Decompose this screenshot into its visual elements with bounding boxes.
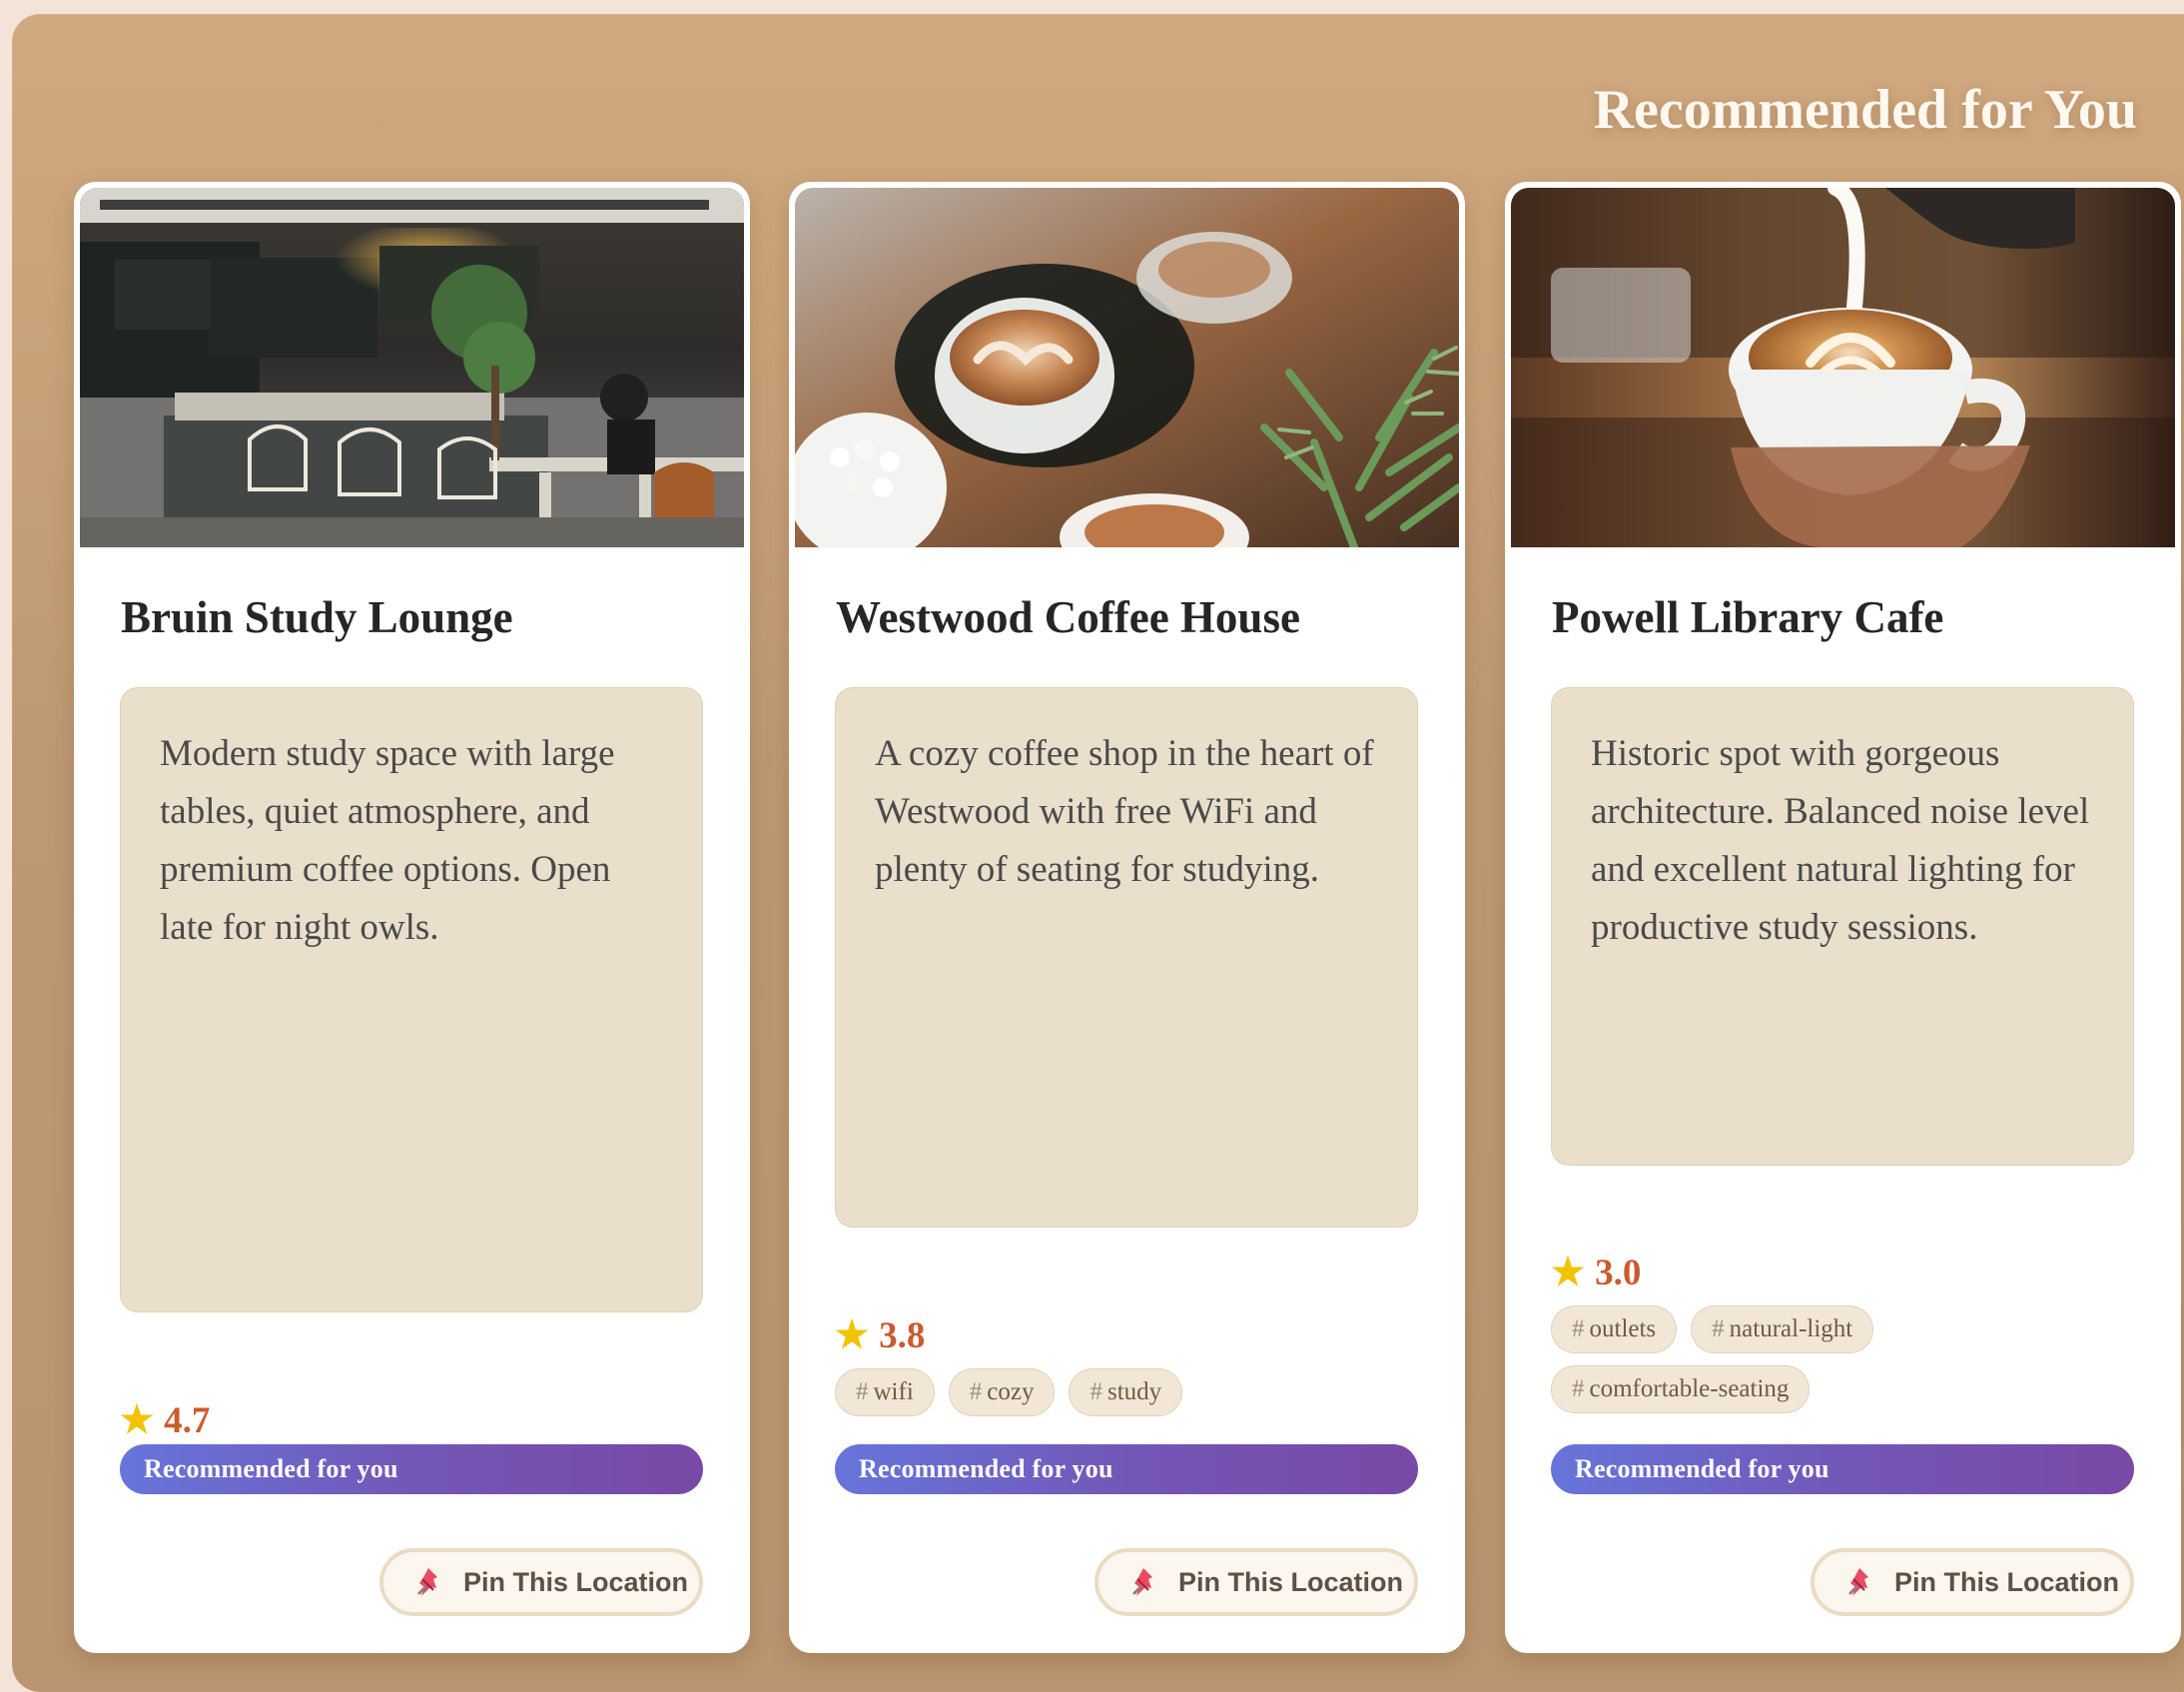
recommendation-badge: Recommended for you [1551,1444,2134,1494]
card-description: Historic spot with gorgeous architecture… [1591,733,2090,948]
coffee-cups-photo [795,188,1459,547]
location-photo [795,188,1459,547]
pin-location-button[interactable]: Pin This Location [1094,1548,1418,1616]
recommendation-badge: Recommended for you [835,1444,1418,1494]
tag-chip: # outlets [1551,1305,1678,1353]
tag-label: cozy [987,1378,1035,1405]
rating: ★ 4.7 [120,1399,210,1443]
hash-icon: # [1090,1378,1102,1405]
location-card: Bruin Study Lounge Modern study space wi… [74,182,750,1653]
hash-icon: # [1572,1375,1585,1402]
tag-chip: # natural-light [1691,1305,1874,1353]
pin-location-button[interactable]: Pin This Location [379,1548,703,1616]
tag-label: natural-light [1729,1315,1853,1342]
recommendation-label: Recommended for you [859,1454,1113,1483]
card-title: Powell Library Cafe [1552,592,1944,642]
recommendation-label: Recommended for you [144,1454,398,1483]
star-icon: ★ [1551,1252,1586,1293]
pin-location-button[interactable]: Pin This Location [1811,1548,2134,1616]
star-icon: ★ [835,1314,870,1356]
cafe-interior-photo [80,188,744,547]
rating-value: 3.8 [879,1315,926,1356]
tag-label: wifi [873,1378,914,1405]
pin-icon [1132,1568,1152,1596]
rating-value: 4.7 [164,1400,211,1441]
recommendation-label: Recommended for you [1575,1454,1829,1483]
tag-chip: # cozy [948,1368,1056,1416]
pin-button-label: Pin This Location [1894,1566,2120,1597]
tag-chip: # study [1069,1368,1183,1416]
card-description: Modern study space with large tables, qu… [160,733,615,948]
rating-value: 3.0 [1595,1253,1642,1293]
card-description: A cozy coffee shop in the heart of Westw… [875,733,1374,890]
tag-label: outlets [1589,1315,1657,1342]
tag-label: study [1106,1378,1162,1405]
card-title: Bruin Study Lounge [121,592,513,642]
card-title: Westwood Coffee House [836,592,1300,642]
rating: ★ 3.8 [835,1314,925,1358]
tag-list: # outlets # natural-light # comfortable-sea… [1551,1305,2134,1413]
tag-list: # wifi # cozy # study [835,1368,1418,1416]
recommendations-panel: Recommended for You Bruin Study Lounge M… [12,14,2184,1692]
latte-pour-photo [1511,188,2175,547]
pin-icon [417,1568,437,1596]
hash-icon: # [1712,1315,1725,1342]
pin-button-label: Pin This Location [463,1566,689,1597]
pin-icon [1848,1568,1868,1596]
location-photo [1511,188,2175,547]
tag-chip: # comfortable-seating [1551,1365,1811,1413]
hash-icon: # [856,1378,869,1405]
location-card: Powell Library Cafe Historic spot with g… [1505,182,2181,1653]
tag-label: comfortable-seating [1589,1375,1790,1402]
hash-icon: # [1572,1315,1585,1342]
location-photo [80,188,744,547]
recommendation-badge: Recommended for you [120,1444,703,1494]
description-box: Historic spot with gorgeous architecture… [1551,687,2134,1166]
location-card: Westwood Coffee House A cozy coffee shop… [789,182,1465,1653]
description-box: Modern study space with large tables, qu… [120,687,703,1312]
description-box: A cozy coffee shop in the heart of Westw… [835,687,1418,1228]
pin-button-label: Pin This Location [1178,1566,1404,1597]
section-title: Recommended for You [1593,79,2137,141]
tag-chip: # wifi [835,1368,935,1416]
hash-icon: # [969,1378,983,1405]
rating: ★ 3.0 [1551,1252,1641,1295]
star-icon: ★ [120,1399,155,1441]
